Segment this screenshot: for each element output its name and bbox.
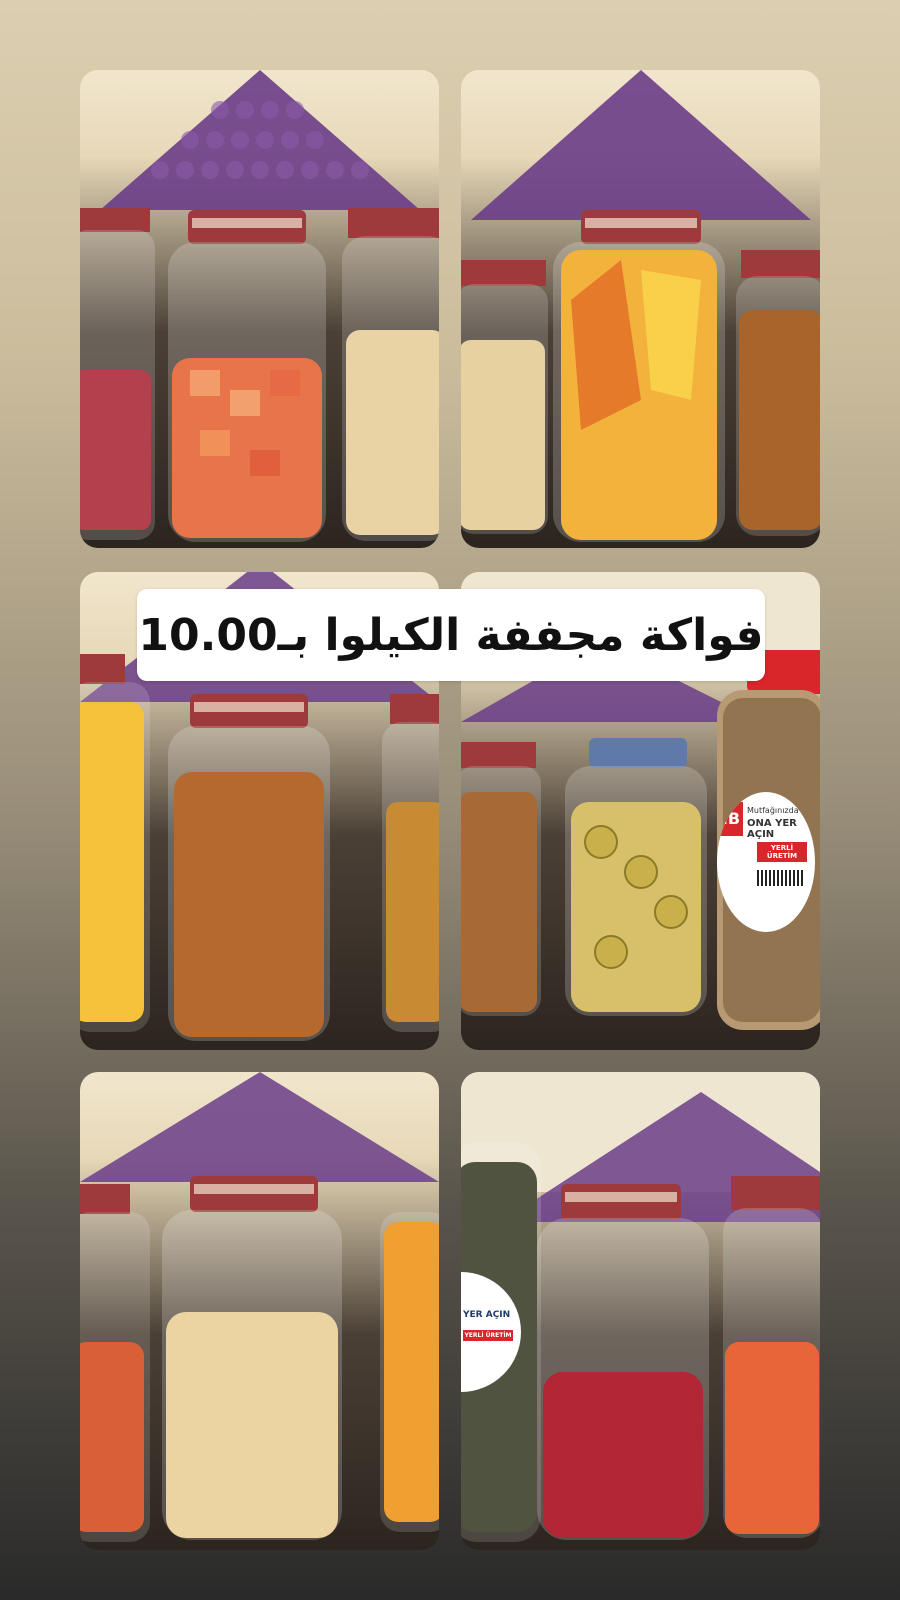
price-caption-text: فواكة مجففة الكيلوا بـ10.00 xyxy=(138,609,764,661)
label-badge: YERLİ ÜRETİM xyxy=(757,842,807,862)
jar-scene-5 xyxy=(80,1072,439,1542)
photo-dried-fruit-1 xyxy=(80,70,439,548)
seed-label-badge: YERLİ ÜRETİM xyxy=(463,1330,513,1341)
photo-dried-fruit-6: YER AÇIN YERLİ ÜRETİM xyxy=(461,1072,820,1550)
jar-scene-2 xyxy=(461,70,820,542)
brand-mark: IB xyxy=(719,802,743,836)
photo-dried-fruit-5 xyxy=(80,1072,439,1550)
seed-label-line: YER AÇIN xyxy=(463,1310,511,1320)
jar-scene-1 xyxy=(80,70,439,542)
jar-brand-label: IB Mutfağınızda ONA YER AÇIN YERLİ ÜRETİ… xyxy=(717,792,815,932)
label-line-2: ONA YER AÇIN xyxy=(747,818,797,840)
barcode xyxy=(757,870,803,886)
photo-dried-fruit-2 xyxy=(461,70,820,548)
price-caption: فواكة مجففة الكيلوا بـ10.00 xyxy=(137,589,765,681)
label-line-1: Mutfağınızda xyxy=(747,806,799,815)
